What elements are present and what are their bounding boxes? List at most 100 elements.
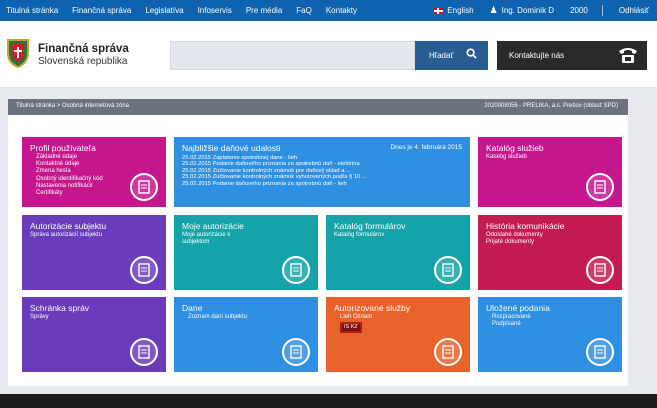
link-spravy[interactable]: Správy <box>30 314 49 321</box>
contact-button[interactable]: Kontaktujte nás <box>497 41 647 70</box>
tile-links: Základné údaje Kontaktné údaje Zmena hes… <box>36 154 103 197</box>
tile-title: Profil používateľa <box>30 143 96 153</box>
tile-katalog-sluzieb[interactable]: Katalóg služieb Katalóg služieb <box>478 137 622 207</box>
dashboard-panel: Profil používateľa Základné údaje Kontak… <box>8 115 628 386</box>
tile-title: Najbližšie daňové udalosti <box>182 143 281 153</box>
contact-button-label: Kontaktujte nás <box>509 51 565 60</box>
language-label: English <box>447 6 474 15</box>
tile-links: Zoznam daní subjektu <box>188 314 247 321</box>
tile-links: Odoslané dokumenty Prijaté dokumenty <box>486 232 543 246</box>
tile-autorizovane-sluzby[interactable]: Autorizované služby Lieh Oznam IS KZ <box>326 297 470 372</box>
event-item[interactable]: 25.02.2015 Zúčtovanie kontrolných známok… <box>182 174 367 180</box>
tile-title: Dane <box>182 303 203 313</box>
tile-title: Uložené podania <box>486 303 550 313</box>
tile-title: Schránka správ <box>30 303 90 313</box>
document-icon <box>282 338 310 366</box>
tile-danove-udalosti[interactable]: Najbližšie daňové udalosti Dnes je 4. fe… <box>174 137 470 207</box>
language-switch[interactable]: English <box>426 6 481 15</box>
nav-legislativa[interactable]: Legislatíva <box>139 6 191 15</box>
tile-title: Moje autorizácie <box>182 221 244 231</box>
tile-schranka-sprav[interactable]: Schránka správ Správy <box>22 297 166 372</box>
link-sprava-autorizacii[interactable]: Správa autorizácií subjektu <box>30 232 102 239</box>
top-nav-links: Titulná stránka Finančná správa Legislat… <box>0 0 365 21</box>
link-katalog-formularov[interactable]: Katalóg formulárov <box>334 232 384 239</box>
link-is-kz[interactable]: IS KZ <box>340 322 362 334</box>
tile-katalog-formularov[interactable]: Katalóg formulárov Katalóg formulárov <box>326 215 470 290</box>
tile-links: Rozpracované Podpísané <box>492 314 531 328</box>
search-input[interactable] <box>170 41 415 70</box>
link-zmena-hesla[interactable]: Zmena hesla <box>36 168 103 175</box>
tile-title: Katalóg formulárov <box>334 221 406 231</box>
tile-links: Katalóg formulárov <box>334 232 384 239</box>
tile-links: Správa autorizácií subjektu <box>30 232 102 239</box>
tile-title: Katalóg služieb <box>486 143 544 153</box>
tile-links: Katalóg služieb <box>486 154 527 161</box>
phone-icon <box>619 48 637 63</box>
link-podpisane[interactable]: Podpísané <box>492 321 531 328</box>
search-button-label: Hľadať <box>429 51 454 60</box>
document-icon <box>130 338 158 366</box>
link-lieh-oznam[interactable]: Lieh Oznam <box>340 314 372 321</box>
nav-kontakty[interactable]: Kontakty <box>320 6 365 15</box>
document-icon <box>130 256 158 284</box>
site-header: Finančná správa Slovenská republika Hľad… <box>0 21 657 87</box>
link-zakladne-udaje[interactable]: Základné údaje <box>36 154 103 161</box>
uk-flag-icon <box>434 7 444 14</box>
footer-bar <box>0 394 657 408</box>
tile-autorizacie-subjektu[interactable]: Autorizácie subjektu Správa autorizácií … <box>22 215 166 290</box>
tile-links: Moje autorizácie k subjektom <box>182 232 230 246</box>
link-notifikacie[interactable]: Nastavenia notifikácií <box>36 183 103 190</box>
link-osobny-kod[interactable]: Osobný identifikačný kód <box>36 176 103 183</box>
tile-title: História komunikácie <box>486 221 565 231</box>
link-moje-autorizacie-cont[interactable]: subjektom <box>182 239 230 246</box>
nav-faq[interactable]: FaQ <box>290 6 320 15</box>
tile-moje-autorizacie[interactable]: Moje autorizácie Moje autorizácie k subj… <box>174 215 318 290</box>
events-list: 25.02.2015 Zaplatenie spotrebnej dane - … <box>182 155 367 187</box>
search-icon <box>466 48 477 59</box>
link-zoznam-dani[interactable]: Zoznam daní subjektu <box>188 314 247 321</box>
link-odoslane-dokumenty[interactable]: Odoslané dokumenty <box>486 232 543 239</box>
tile-title: Autorizované služby <box>334 303 411 313</box>
tile-links: Správy <box>30 314 49 321</box>
top-navigation-bar: Titulná stránka Finančná správa Legislat… <box>0 0 657 21</box>
nav-pre-media[interactable]: Pre média <box>240 6 290 15</box>
coat-of-arms-logo-icon[interactable] <box>4 37 32 69</box>
breadcrumb-bar: Titulná stránka > Osobná internetová zón… <box>8 99 628 115</box>
tile-dane[interactable]: Dane Zoznam daní subjektu <box>174 297 318 372</box>
tile-ulozene-podania[interactable]: Uložené podania Rozpracované Podpísané <box>478 297 622 372</box>
link-rozpracovane[interactable]: Rozpracované <box>492 314 531 321</box>
document-icon <box>434 256 462 284</box>
nav-financna-sprava[interactable]: Finančná správa <box>66 6 139 15</box>
nav-titulna-stranka[interactable]: Titulná stránka <box>0 6 66 15</box>
session-timer: 2000 <box>570 6 588 15</box>
link-moje-autorizacie[interactable]: Moje autorizácie k <box>182 232 230 239</box>
tile-historia-komunikacie[interactable]: História komunikácie Odoslané dokumenty … <box>478 215 622 290</box>
today-date: Dnes je 4. februára 2015 <box>390 144 462 151</box>
logout-link[interactable]: Odhlásiť <box>611 6 657 15</box>
document-icon <box>434 338 462 366</box>
tile-profil-pouzivatela[interactable]: Profil používateľa Základné údaje Kontak… <box>22 137 166 207</box>
subject-info: 2020008056 - PRELIKA, a.s. Prešov (oblas… <box>484 103 618 109</box>
link-certifikaty[interactable]: Certifikáty <box>36 190 103 197</box>
top-nav-user-area: English ♟ Ing. Dominik D 2000 Odhlásiť <box>426 0 657 21</box>
user-name: Ing. Dominik D <box>501 6 555 15</box>
document-icon <box>586 256 614 284</box>
tile-title: Autorizácie subjektu <box>30 221 107 231</box>
document-icon <box>586 338 614 366</box>
divider <box>601 5 603 16</box>
event-item[interactable]: 25.02.2015 Podanie daňového priznania za… <box>182 161 367 167</box>
nav-infoservis[interactable]: Infoservis <box>192 6 240 15</box>
link-kontaktne-udaje[interactable]: Kontaktné údaje <box>36 161 103 168</box>
user-menu[interactable]: ♟ Ing. Dominik D <box>482 5 563 16</box>
breadcrumb[interactable]: Titulná stránka > Osobná internetová zón… <box>16 103 129 109</box>
link-katalog-sluzieb[interactable]: Katalóg služieb <box>486 154 527 161</box>
link-prijate-dokumenty[interactable]: Prijaté dokumenty <box>486 239 543 246</box>
search-button[interactable]: Hľadať <box>415 41 488 70</box>
document-icon <box>586 173 614 201</box>
brand-title: Finančná správa <box>38 43 129 55</box>
tile-links: Lieh Oznam IS KZ <box>340 314 372 334</box>
brand-subtitle: Slovenská republika <box>38 56 128 67</box>
user-icon: ♟ <box>489 5 498 15</box>
document-icon <box>282 256 310 284</box>
event-item[interactable]: 25.02.2015 Podanie daňového priznania za… <box>182 181 367 187</box>
